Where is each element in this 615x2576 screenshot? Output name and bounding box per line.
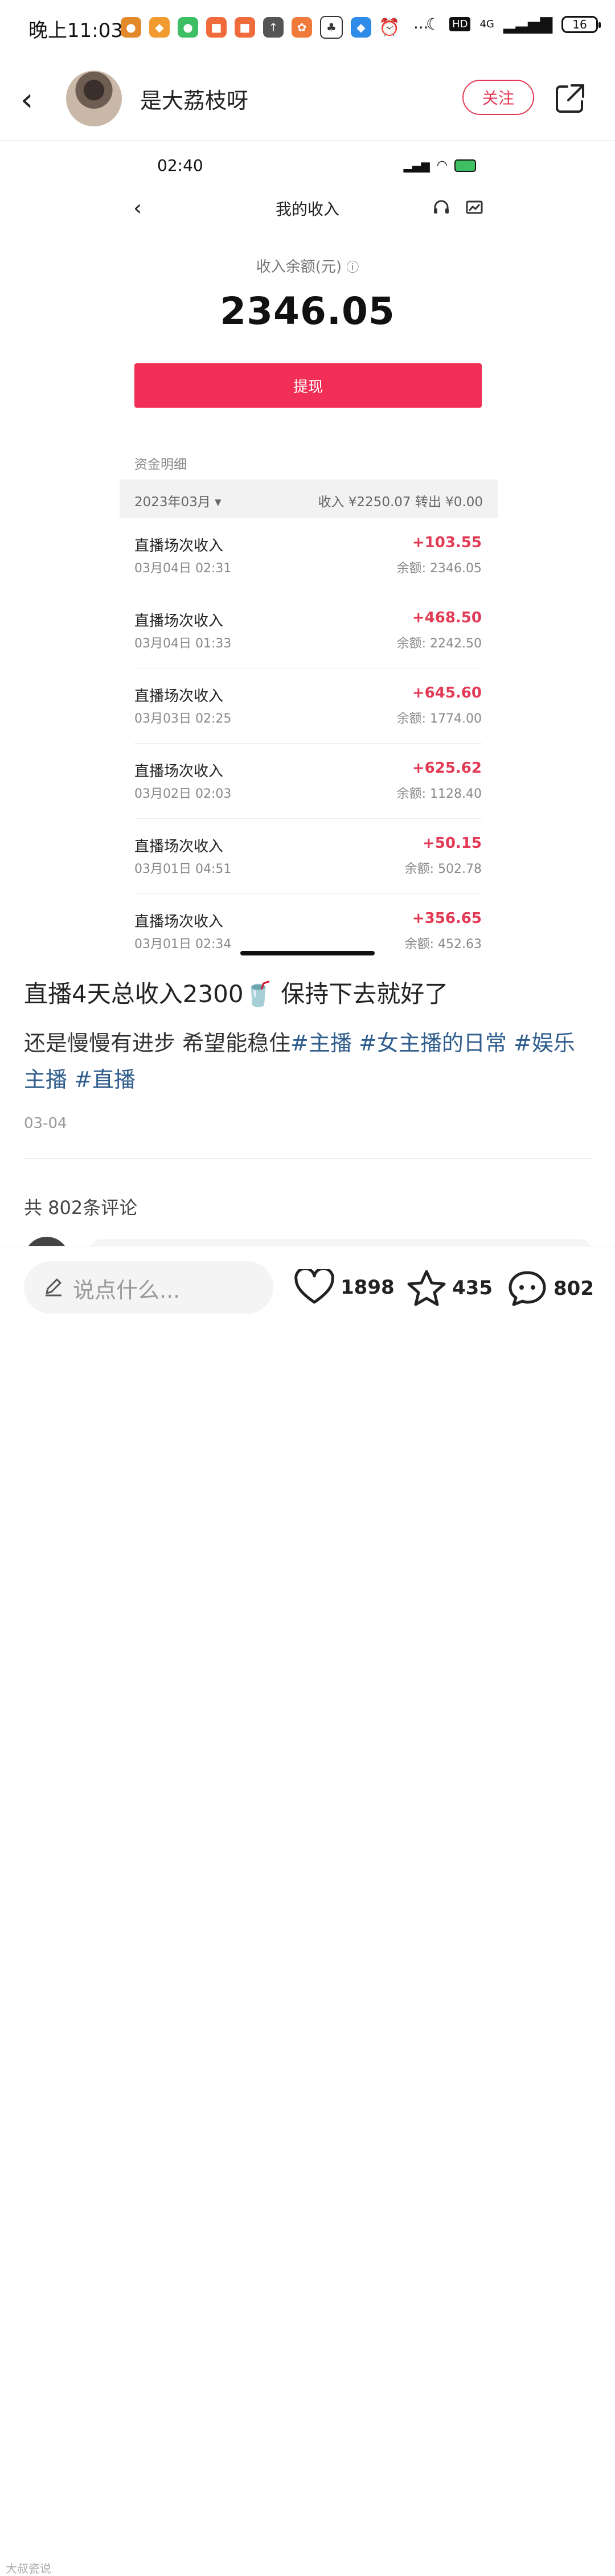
author-name[interactable]: 是大荔枝呀 (140, 83, 248, 114)
comment-count: 802 (554, 1277, 594, 1300)
status-bar: 晚上11:03 ● ◆ ● ■ ■ ↑ ✿ ♣ ◆ ⏰ ··· ☾ HD 4G … (0, 0, 615, 55)
app-icon: ■ (206, 17, 227, 38)
star-icon (407, 1270, 446, 1306)
row-balance: 余额: 2346.05 (396, 561, 482, 576)
hashtag[interactable]: #直播 (74, 1067, 136, 1092)
hashtag[interactable]: #主播 (290, 1031, 352, 1056)
month-bar: 2023年03月 ▾ 收入 ¥2250.07 转出 ¥0.00 (120, 479, 498, 518)
comment-placeholder: 说点什么... (73, 1278, 181, 1303)
transaction-row: 直播场次收入 03月02日 02:03 +625.62 余额: 1128.40 (134, 744, 482, 819)
row-balance: 余额: 1128.40 (396, 787, 482, 801)
post-body: 还是慢慢有进步 希望能稳住#主播 #女主播的日常 #娱乐主播 #直播 (24, 1025, 593, 1098)
like-count: 1898 (341, 1276, 395, 1299)
transaction-row: 直播场次收入 03月01日 02:34 +356.65 余额: 452.63 (134, 894, 482, 969)
app-icon-3: ◆ (351, 17, 371, 38)
heart-icon (294, 1269, 334, 1304)
row-amount: +468.50 (412, 609, 482, 626)
bottom-bar: 说点什么... 1898 435 802 大叔瓷说 (0, 1246, 615, 2575)
row-title: 直播场次收入 (134, 688, 224, 705)
app-icon-2: ■ (235, 17, 255, 38)
row-amount: +625.62 (412, 760, 482, 777)
pen-icon (46, 1278, 62, 1297)
gift-icon: ✿ (292, 17, 312, 38)
comments-count: 共 802条评论 (24, 1197, 138, 1219)
row-amount: +103.55 (412, 534, 482, 551)
detail-label: 资金明细 (134, 457, 187, 472)
hd-badge: HD (449, 17, 471, 31)
notification-icons: ● ◆ ● ■ ■ ↑ ✿ ♣ ◆ ⏰ ··· (121, 16, 429, 39)
row-title: 直播场次收入 (134, 838, 224, 855)
row-title: 直播场次收入 (134, 538, 224, 555)
alarm-icon: ⏰ (379, 17, 400, 38)
transaction-row: 直播场次收入 03月04日 02:31 +103.55 余额: 2346.05 (134, 518, 482, 593)
row-date: 03月04日 02:31 (134, 561, 232, 576)
back-icon[interactable]: ‹ (20, 84, 33, 116)
row-title: 直播场次收入 (134, 613, 224, 630)
inner-status-icons: ▂▄▆ ◠ (404, 158, 476, 173)
row-date: 03月04日 01:33 (134, 637, 232, 651)
balance-amount: 2346.05 (220, 289, 395, 333)
row-balance: 余额: 2242.50 (396, 637, 482, 651)
transaction-list: 直播场次收入 03月04日 02:31 +103.55 余额: 2346.05 … (120, 518, 498, 969)
row-date: 03月02日 02:03 (134, 787, 232, 801)
row-balance: 余额: 452.63 (404, 937, 482, 951)
row-amount: +356.65 (412, 910, 482, 927)
row-amount: +50.15 (422, 835, 482, 852)
transaction-row: 直播场次收入 03月03日 02:25 +645.60 余额: 1774.00 (134, 668, 482, 744)
balance-label-text: 收入余额(元) (256, 259, 342, 276)
row-balance: 余额: 502.78 (404, 862, 482, 876)
watermark: 大叔瓷说 (6, 2562, 51, 2575)
signal-icon: ▂▃▅▇ (503, 15, 552, 34)
favorite-button[interactable]: 435 (407, 1269, 493, 1307)
row-date: 03月01日 04:51 (134, 862, 232, 876)
row-date: 03月01日 02:34 (134, 937, 232, 951)
chart-icon (466, 200, 483, 214)
month-selector: 2023年03月 ▾ (134, 495, 222, 510)
shield-icon: ◆ (149, 17, 170, 38)
post-image[interactable]: 02:40 ▂▄▆ ◠ ‹ 我的收入 收入余额(元) ⓘ 2346.05 提现 … (120, 141, 498, 951)
headset-icon (434, 200, 449, 214)
follow-button[interactable]: 关注 (462, 80, 534, 115)
row-balance: 余额: 1774.00 (396, 712, 482, 726)
status-time: 晚上11:03 (28, 19, 123, 42)
row-title: 直播场次收入 (134, 763, 224, 780)
info-icon: ⓘ (346, 261, 359, 275)
row-title: 直播场次收入 (134, 913, 224, 930)
inner-signal-icon: ▂▄▆ (403, 158, 430, 173)
battery-level: 16 (572, 17, 587, 31)
inner-status-time: 02:40 (157, 156, 203, 175)
moon-icon: ☾ (425, 15, 441, 34)
inner-wifi-icon: ◠ (436, 158, 448, 173)
post-header: ‹ 是大荔枝呀 关注 (0, 64, 615, 141)
like-button[interactable]: 1898 (294, 1269, 395, 1306)
hashtag[interactable]: #女主播的日常 (359, 1031, 507, 1056)
balance-label: 收入余额(元) ⓘ (120, 255, 495, 276)
transaction-row: 直播场次收入 03月04日 01:33 +468.50 余额: 2242.50 (134, 593, 482, 668)
divider (24, 1158, 592, 1159)
inner-nav-icons (432, 198, 484, 218)
transaction-row: 直播场次收入 03月01日 04:51 +50.15 余额: 502.78 (134, 819, 482, 894)
message-icon: ● (121, 17, 141, 38)
post-date: 03-04 (24, 1115, 67, 1132)
comment-input[interactable]: 说点什么... (24, 1261, 273, 1314)
share-icon[interactable] (554, 82, 587, 115)
withdraw-button: 提现 (134, 363, 482, 408)
baidu-icon: ♣ (320, 16, 343, 39)
post-body-text: 还是慢慢有进步 希望能稳住 (24, 1031, 291, 1056)
favorite-count: 435 (452, 1277, 493, 1299)
home-indicator (240, 951, 375, 955)
battery-icon: 16 (561, 15, 601, 33)
system-status: ☾ HD 4G ▂▃▅▇ 16 (425, 15, 601, 34)
row-amount: +645.60 (412, 684, 482, 702)
comment-icon (509, 1271, 546, 1306)
post-title: 直播4天总收入2300🥤 保持下去就好了 (24, 980, 449, 1008)
inner-battery-icon (454, 159, 476, 172)
month-summary: 收入 ¥2250.07 转出 ¥0.00 (318, 495, 483, 510)
wechat-icon: ● (178, 17, 198, 38)
network-label: 4G (479, 18, 494, 30)
comment-button[interactable]: 802 (507, 1269, 594, 1308)
avatar[interactable] (66, 71, 122, 126)
row-date: 03月03日 02:25 (134, 712, 232, 726)
upload-icon: ↑ (263, 17, 284, 38)
